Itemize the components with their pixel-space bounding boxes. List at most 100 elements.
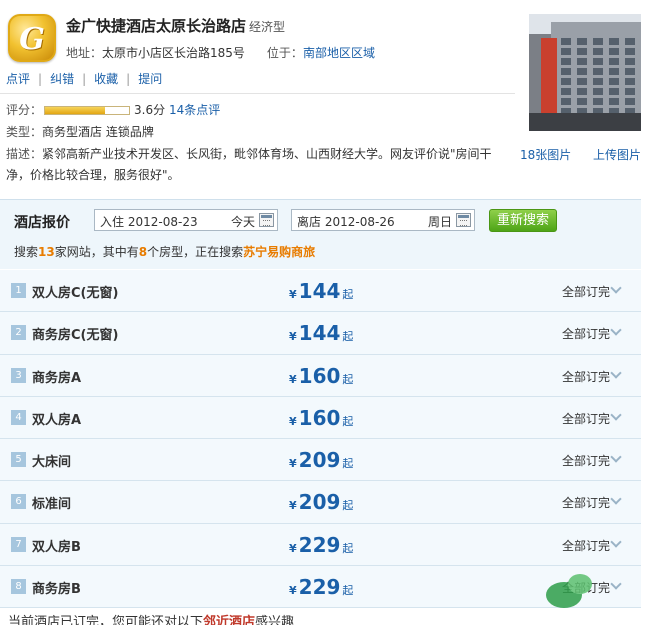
rating-score: 3.6分 <box>134 103 166 117</box>
checkout-date: 2012-08-26 <box>324 215 395 229</box>
room-name[interactable]: 双人房B <box>32 536 81 555</box>
room-name[interactable]: 商务房B <box>32 578 81 597</box>
room-name[interactable]: 大床间 <box>32 451 71 470</box>
chevron-down-icon[interactable] <box>610 409 622 421</box>
room-price: ¥209 起 <box>289 490 353 514</box>
room-index: 1 <box>11 283 26 298</box>
room-index: 4 <box>11 409 26 425</box>
price-suffix: 起 <box>342 457 354 471</box>
room-list: 1 双人房C(无窗) ¥144 起全部订完 2 商务房C(无窗) ¥144 起全部订完 3 商务房… <box>0 270 641 609</box>
rating-bar <box>44 106 131 115</box>
rating-bar-fill <box>45 107 106 114</box>
checkin-field[interactable]: 入住 2012-08-23 今天 <box>94 209 278 231</box>
chevron-down-icon[interactable] <box>610 282 622 294</box>
room-price: ¥160 起 <box>289 364 353 388</box>
currency-symbol: ¥ <box>289 584 297 598</box>
room-row[interactable]: 7 双人房B ¥229 起 全部订完 <box>0 523 641 567</box>
chevron-down-icon[interactable] <box>610 451 622 463</box>
research-button[interactable]: 重新搜索 <box>489 209 557 232</box>
location-link[interactable]: 南部地区区域 <box>303 46 375 60</box>
room-row[interactable]: 8商务房B¥229起全部订完 <box>0 566 641 609</box>
price-suffix: 起 <box>342 330 354 344</box>
room-index: 7 <box>11 536 26 552</box>
current-site: 苏宁易购商旅 <box>243 245 316 259</box>
price-suffix: 起 <box>342 288 354 301</box>
room-name[interactable]: 商务房C(无窗) <box>32 324 118 343</box>
upload-photo-link[interactable]: 上传图片 <box>593 146 641 163</box>
hotel-type: 经济型 <box>249 20 286 34</box>
availability-status[interactable]: 全部订完 <box>562 494 610 511</box>
room-price: ¥209 起 <box>289 448 353 472</box>
logo-letter: G <box>19 22 45 57</box>
ask-link[interactable]: 提问 <box>138 72 162 86</box>
price-amount: 209 <box>298 490 341 515</box>
room-row[interactable]: 4 双人房A ¥160 起 全部订完 <box>0 396 641 440</box>
currency-symbol: ¥ <box>289 457 297 471</box>
room-row[interactable]: 6 标准间 ¥209 起 全部订完 <box>0 481 641 524</box>
currency-symbol: ¥ <box>289 330 297 344</box>
calendar-icon[interactable] <box>456 213 471 227</box>
checkout-field[interactable]: 离店 2012-08-26 周日 <box>291 209 475 231</box>
address-row: 地址：太原市小店区长治路185号 位于：南部地区区域 <box>66 44 375 61</box>
calendar-icon[interactable] <box>259 213 274 227</box>
sold-out-notice: 当前酒店已订完，您可能还对以下邻近酒店感兴趣 <box>8 611 294 625</box>
room-row[interactable]: 1 双人房C(无窗) ¥144 起 全部订完 <box>0 270 641 313</box>
availability-status[interactable]: 全部订完 <box>562 452 610 469</box>
watermark-logo <box>546 572 642 616</box>
room-price: ¥144 起 <box>289 321 353 345</box>
price-section-title: 酒店报价 <box>14 215 70 231</box>
room-count: 8 <box>138 245 148 259</box>
category-label: 类型： <box>6 125 43 139</box>
address-label: 地址： <box>66 46 103 60</box>
availability-status[interactable]: 全部订完 <box>562 283 610 300</box>
availability-status[interactable]: 全部订完 <box>562 368 610 385</box>
review-link[interactable]: 点评 <box>6 72 30 86</box>
location-label: 位于： <box>266 46 303 60</box>
reviews-link[interactable]: 14条点评 <box>169 103 220 117</box>
room-index: 6 <box>11 494 26 510</box>
photos-link[interactable]: 18张图片 <box>520 146 571 163</box>
category-value: 商务型酒店 连锁品牌 <box>42 125 154 139</box>
description: 描述：紧邻高新产业技术开发区、长风街，毗邻体育场、山西财经大学。网友评价说"房间… <box>6 144 496 186</box>
room-name[interactable]: 双人房C(无窗) <box>32 282 118 301</box>
chevron-down-icon[interactable] <box>610 493 622 506</box>
room-name[interactable]: 双人房A <box>32 409 81 428</box>
room-row[interactable]: 5 大床间 ¥209 起 全部订完 <box>0 439 641 482</box>
currency-symbol: ¥ <box>289 499 297 513</box>
room-price: ¥229 起 <box>289 533 353 557</box>
room-price: ¥144 起 <box>289 279 353 303</box>
hotel-photo[interactable] <box>529 14 641 131</box>
room-row[interactable]: 3 商务房A ¥160 起 全部订完 <box>0 354 641 397</box>
checkin-label: 入住 <box>100 215 125 229</box>
rating-label: 评分： <box>6 103 43 117</box>
room-name[interactable]: 商务房A <box>32 367 81 386</box>
favorite-link[interactable]: 收藏 <box>94 72 118 86</box>
room-index: 3 <box>11 367 26 383</box>
availability-status[interactable]: 全部订完 <box>562 325 610 342</box>
room-index: 2 <box>11 325 26 341</box>
nearby-hotels-link[interactable]: 邻近酒店 <box>203 615 255 625</box>
price-suffix: 起 <box>342 584 354 598</box>
room-name[interactable]: 标准间 <box>32 493 71 512</box>
description-text: 紧邻高新产业技术开发区、长风街，毗邻体育场、山西财经大学。网友评价说"房间干净，… <box>6 147 492 182</box>
chevron-down-icon[interactable] <box>610 324 622 336</box>
price-suffix: 起 <box>342 499 354 513</box>
availability-status[interactable]: 全部订完 <box>562 537 610 554</box>
availability-status[interactable]: 全部订完 <box>562 410 610 427</box>
correct-link[interactable]: 纠错 <box>50 72 74 86</box>
chevron-down-icon[interactable] <box>610 536 622 548</box>
hotel-card: G 金广快捷酒店太原长治路店 经济型 地址：太原市小店区长治路185号 位于：南部… <box>0 0 650 625</box>
hotel-name[interactable]: 金广快捷酒店太原长治路店 <box>66 15 246 36</box>
action-links: 点评 | 纠错 | 收藏 | 提问 <box>6 72 163 86</box>
price-amount: 209 <box>298 448 341 473</box>
currency-symbol: ¥ <box>289 288 297 301</box>
chevron-down-icon[interactable] <box>610 366 622 379</box>
site-count: 13 <box>38 245 55 259</box>
price-suffix: 起 <box>342 541 354 555</box>
room-index: 8 <box>11 579 26 595</box>
room-row[interactable]: 2 商务房C(无窗) ¥144 起 全部订完 <box>0 312 641 355</box>
currency-symbol: ¥ <box>289 372 297 386</box>
price-amount: 229 <box>298 575 341 600</box>
address-value: 太原市小店区长治路185号 <box>102 46 245 60</box>
price-suffix: 起 <box>342 414 354 428</box>
